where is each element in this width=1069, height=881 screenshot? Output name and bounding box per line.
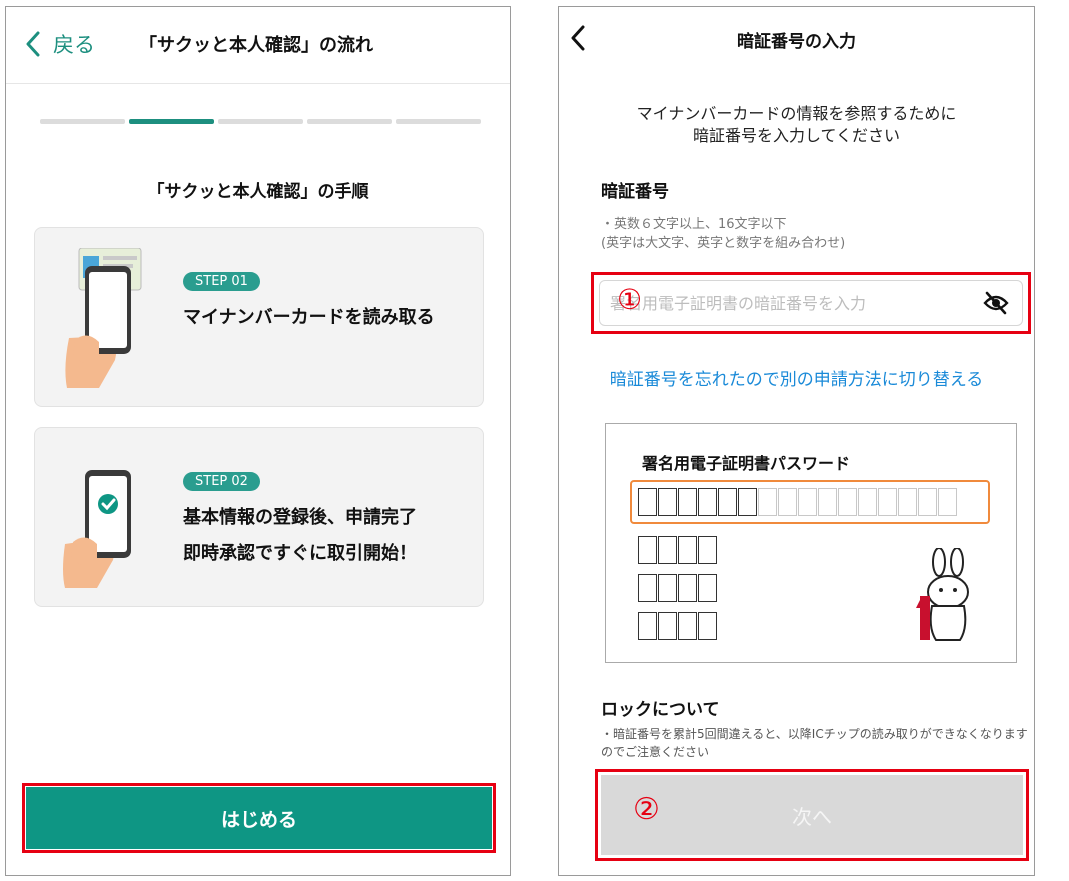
page-title: 暗証番号の入力 — [737, 32, 856, 52]
left-phone-screen: 戻る 「サクッと本人確認」の流れ 「サクッと本人確認」の手順 STEP 01 マ… — [5, 6, 511, 876]
eye-slash-icon[interactable] — [983, 291, 1009, 315]
password-cell — [638, 488, 657, 516]
step-text-line-1: 基本情報の登録後、申請完了 — [183, 507, 417, 528]
page-title: 「サクッと本人確認」の流れ — [139, 35, 373, 56]
password-cell — [678, 574, 697, 602]
password-cell — [658, 536, 677, 564]
step-badge: STEP 01 — [183, 272, 260, 291]
password-illustration: 署名用電子証明書パスワード — [605, 423, 1017, 663]
password-cell — [638, 574, 657, 602]
step-progress-bar — [40, 119, 481, 124]
phone-checkmark-icon — [63, 470, 131, 588]
password-cell — [678, 612, 697, 640]
password-cell — [638, 536, 657, 564]
pin-requirements: ・英数６文字以上、16文字以下 (英字は大文字、英字と数字を組み合わせ) — [601, 215, 845, 253]
progress-segment — [396, 119, 481, 124]
password-cell — [678, 536, 697, 564]
switch-method-link[interactable]: 暗証番号を忘れたので別の申請方法に切り替える — [559, 365, 1034, 390]
annotation-number-1: ① — [617, 283, 643, 316]
password-cell — [898, 488, 917, 516]
password-cell — [698, 536, 717, 564]
description: マイナンバーカードの情報を参照するために 暗証番号を入力してください — [559, 103, 1034, 147]
back-button[interactable]: 戻る — [53, 29, 95, 59]
back-chevron-icon[interactable] — [25, 31, 40, 57]
pin-note-line-2: (英字は大文字、英字と数字を組み合わせ) — [601, 236, 846, 251]
description-line-2: 暗証番号を入力してください — [692, 126, 901, 145]
pin-label: 暗証番号 — [601, 182, 669, 202]
password-cell — [878, 488, 897, 516]
password-cell — [838, 488, 857, 516]
progress-segment-active — [129, 119, 214, 124]
step-card-2: STEP 02 基本情報の登録後、申請完了 即時承認ですぐに取引開始！ — [34, 427, 484, 607]
password-cell — [698, 574, 717, 602]
step-text-line-2: 即時承認ですぐに取引開始！ — [183, 543, 417, 564]
lock-title: ロックについて — [601, 700, 720, 720]
password-cell — [658, 574, 677, 602]
start-button[interactable]: はじめる — [26, 787, 492, 849]
password-cell — [698, 612, 717, 640]
password-cell-row — [638, 488, 958, 516]
password-cell — [858, 488, 877, 516]
password-cell — [758, 488, 777, 516]
header-bar: 暗証番号の入力 — [559, 7, 1034, 69]
password-cell — [678, 488, 697, 516]
procedure-title: 「サクッと本人確認」の手順 — [147, 182, 369, 202]
password-cell — [818, 488, 837, 516]
progress-segment — [40, 119, 125, 124]
mynumber-mascot-icon — [916, 548, 969, 641]
password-cell — [738, 488, 757, 516]
header-bar: 戻る 「サクッと本人確認」の流れ — [6, 7, 510, 84]
phone-scanning-card-icon — [65, 248, 142, 388]
right-phone-screen: 暗証番号の入力 マイナンバーカードの情報を参照するために 暗証番号を入力してくだ… — [558, 6, 1035, 876]
password-cell-row-small — [638, 612, 718, 640]
password-cell — [658, 612, 677, 640]
password-cell — [638, 612, 657, 640]
password-cell — [938, 488, 957, 516]
pin-note-line-1: ・英数６文字以上、16文字以下 — [601, 217, 787, 232]
annotation-number-2: ② — [633, 792, 660, 827]
next-button[interactable]: 次へ — [601, 775, 1023, 855]
password-cell — [698, 488, 717, 516]
step-badge: STEP 02 — [183, 472, 260, 491]
password-cell-row-small — [638, 536, 718, 564]
password-cell — [798, 488, 817, 516]
password-cell — [778, 488, 797, 516]
step-text: マイナンバーカードを読み取る — [183, 307, 435, 328]
password-cell-row-small — [638, 574, 718, 602]
password-card-title: 署名用電子証明書パスワード — [642, 454, 851, 473]
password-cell — [918, 488, 937, 516]
lock-note: ・暗証番号を累計5回間違えると、以降ICチップの読み取りができなくなりますのでご… — [601, 727, 1028, 757]
step-card-1: STEP 01 マイナンバーカードを読み取る — [34, 227, 484, 407]
description-line-1: マイナンバーカードの情報を参照するために — [636, 104, 957, 123]
progress-segment — [218, 119, 303, 124]
password-cell — [658, 488, 677, 516]
pin-input[interactable] — [599, 280, 1023, 326]
password-cell — [718, 488, 737, 516]
progress-segment — [307, 119, 392, 124]
